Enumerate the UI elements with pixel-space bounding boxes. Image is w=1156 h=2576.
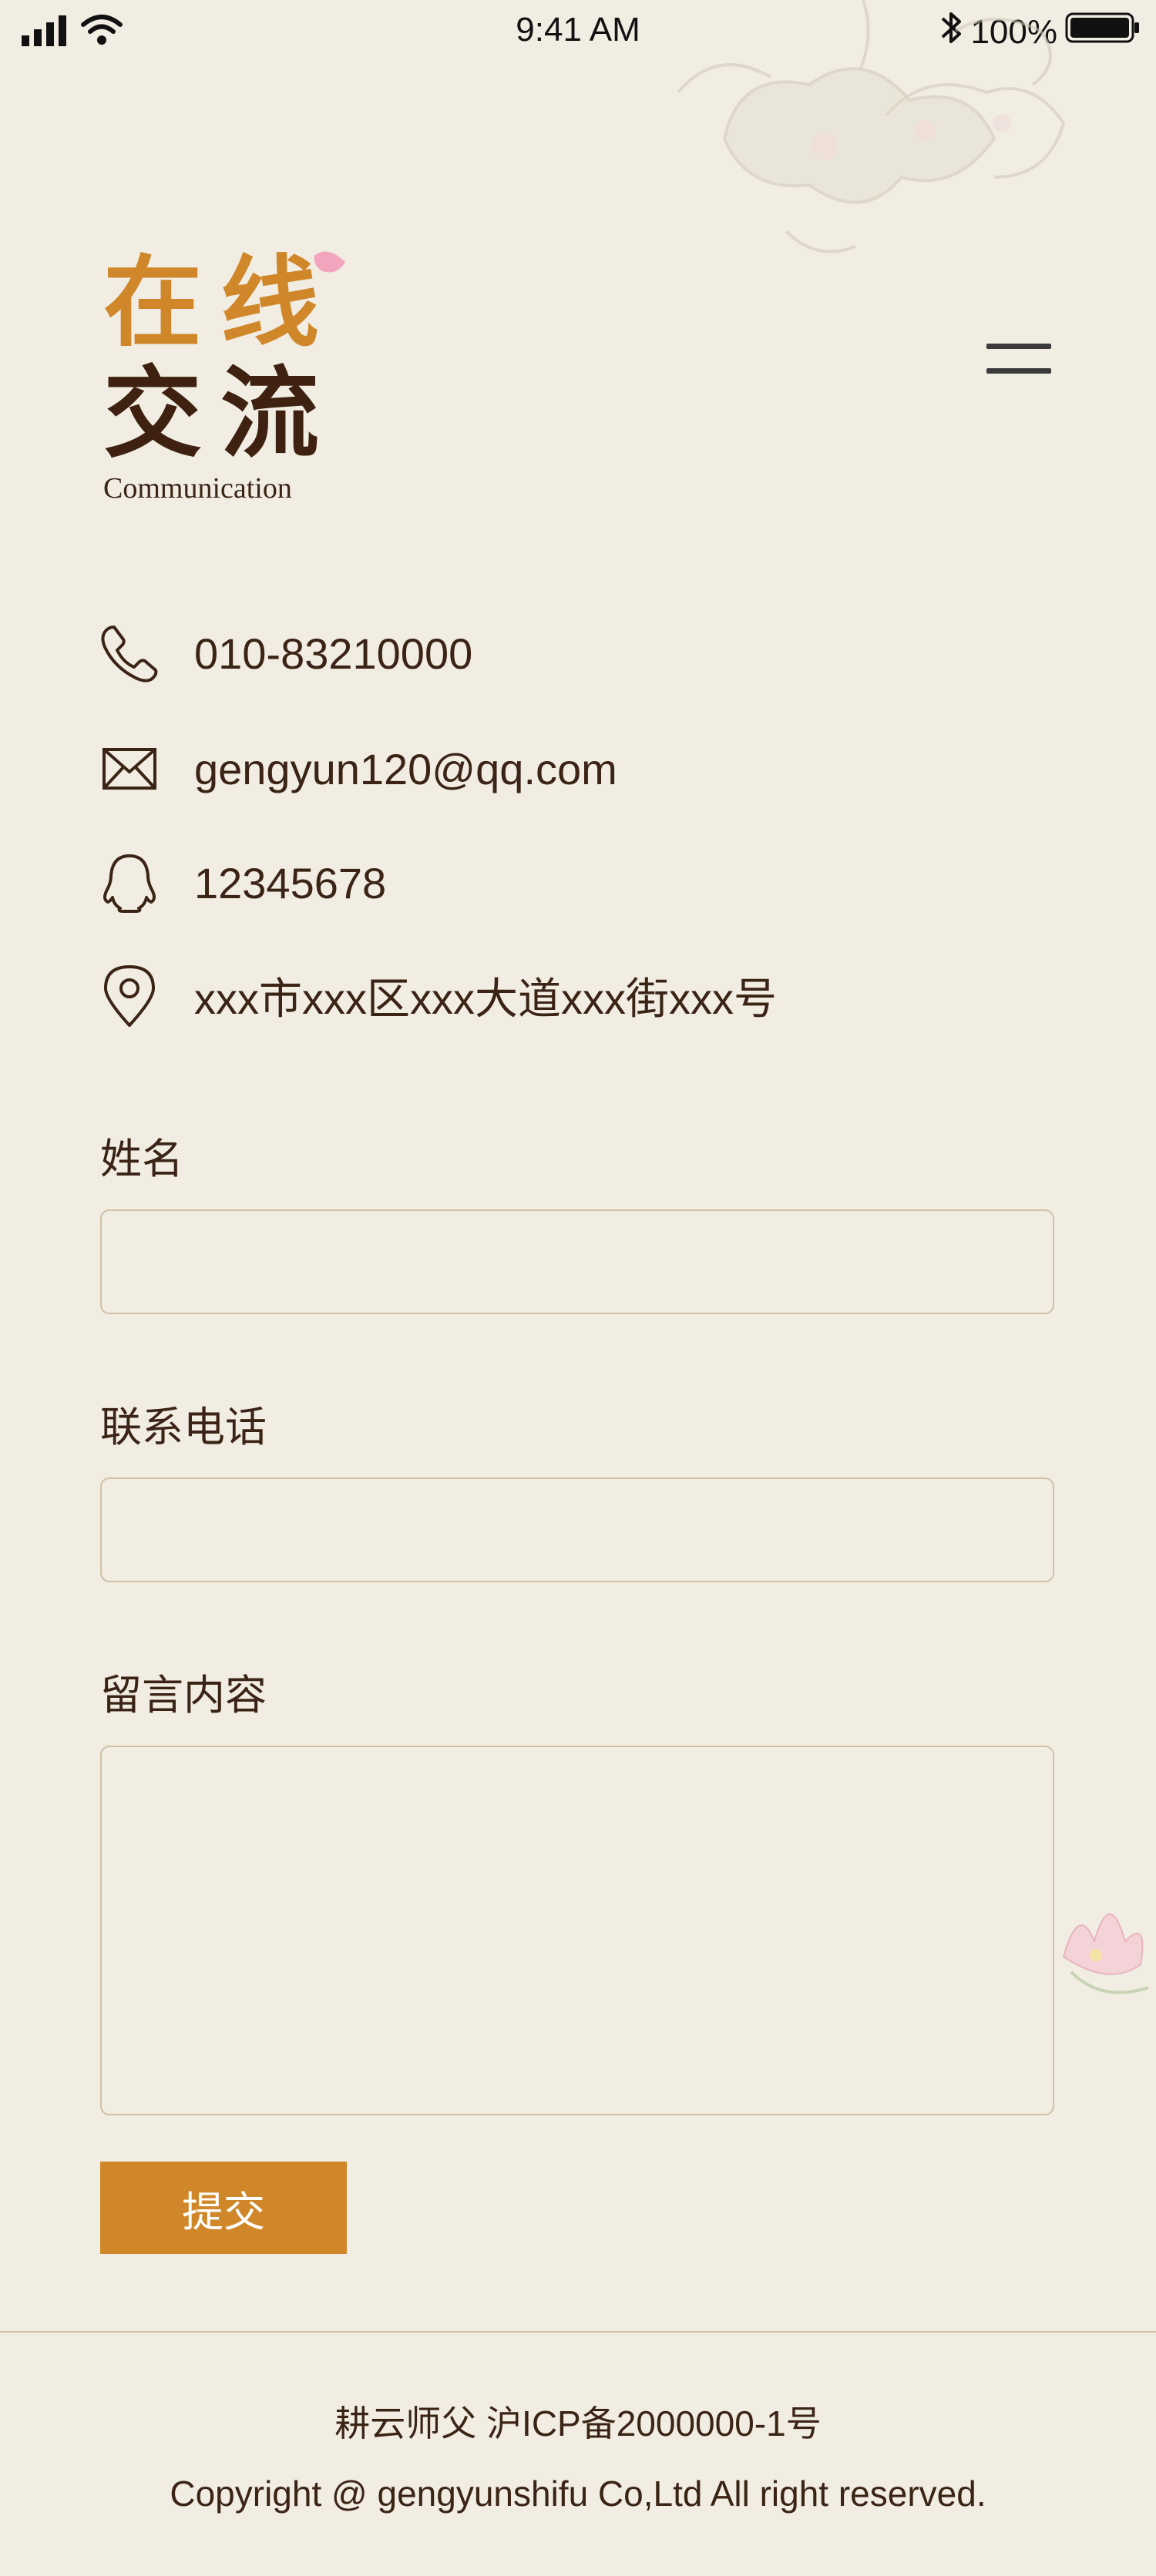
name-input[interactable] [100,1209,1054,1314]
contact-qq-text: 12345678 [194,858,387,907]
page-title-line2: 交流 [103,357,338,471]
contact-address: xxx市xxx区xxx大道xxx街xxx号 [99,964,777,1027]
footer-divider [0,2331,1156,2333]
contact-email-text: gengyun120@qq.com [194,744,617,793]
page-subtitle: Communication [103,472,292,505]
hamburger-menu-icon[interactable] [986,344,1053,379]
footer-icp: 耕云师父 沪ICP备2000000-1号 [334,2403,822,2444]
message-textarea[interactable] [100,1746,1054,2115]
contact-phone: 010-83210000 [99,622,472,684]
name-label: 姓名 [100,1136,183,1182]
contact-qq: 12345678 [99,852,386,914]
message-label: 留言内容 [100,1672,267,1719]
submit-button[interactable]: 提交 [100,2162,347,2254]
contact-address-text: xxx市xxx区xxx大道xxx街xxx号 [194,974,777,1023]
phone-label: 联系电话 [100,1404,267,1451]
phone-input[interactable] [100,1478,1054,1582]
page-title-line1: 在线 [103,246,338,361]
phone-icon [99,622,160,684]
magnolia-illustration [632,0,1156,312]
lotus-illustration [1048,1872,1156,2014]
qq-icon [99,852,160,914]
footer-copyright: Copyright @ gengyunshifu Co,Ltd All righ… [170,2474,986,2514]
location-pin-icon [99,964,160,1027]
contact-email: gengyun120@qq.com [99,738,617,800]
contact-phone-text: 010-83210000 [194,629,473,678]
email-icon [99,738,160,800]
